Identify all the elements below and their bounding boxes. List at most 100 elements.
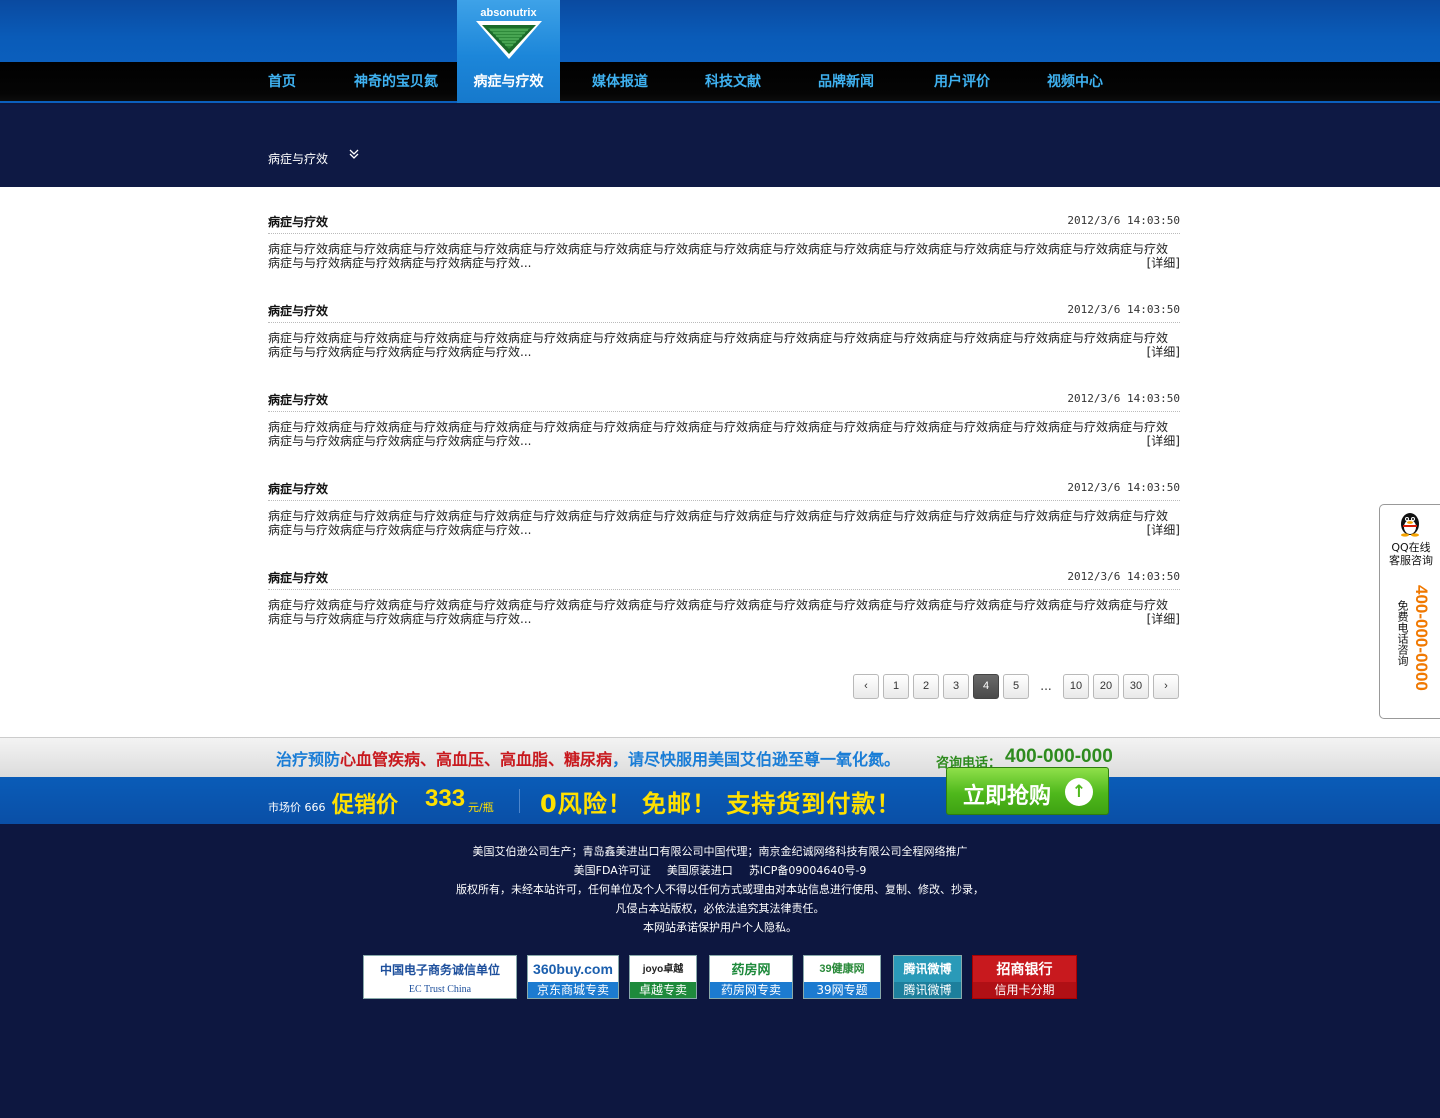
badge-yaofang[interactable]: 药房网 药房网专卖 (709, 955, 793, 999)
article-title[interactable]: 病症与疗效 (268, 569, 328, 586)
article-summary: 病症与疗效病症与疗效病症与疗效病症与疗效病症与疗效病症与疗效病症与疗效病症与疗效… (268, 242, 1180, 270)
nav-item-video[interactable]: 视频中心 (1047, 62, 1103, 103)
badge-joyo[interactable]: joyo卓越 amazon.cn 卓越专卖 (629, 955, 697, 999)
main-nav: 首页 神奇的宝贝氮 病症与疗效 媒体报道 科技文献 品牌新闻 用户评价 视频中心 (0, 62, 1440, 103)
badge-cmb[interactable]: 招商银行 信用卡分期 (972, 955, 1077, 999)
price-strip: 市场价 666 促销价 333 元/瓶 0风险！ 免邮！ 支持货到付款！ 立即抢… (0, 767, 1440, 824)
list-item: 病症与疗效 2012/3/6 14:03:50 病症与疗效病症与疗效病症与疗效病… (268, 187, 1180, 270)
page-button-current[interactable]: 4 (973, 674, 999, 699)
badge-360buy[interactable]: 360buy.com 京东商城专卖 (527, 955, 619, 999)
divider (268, 322, 1180, 323)
footer-fda: 美国FDA许可证 (573, 864, 651, 877)
buy-now-button[interactable]: 立即抢购 ↑ (946, 767, 1109, 815)
hotline-number: 400-000-000 (1005, 746, 1113, 767)
badge-ec-trust[interactable]: 中国电子商务诚信单位 EC Trust China (363, 955, 517, 999)
article-title[interactable]: 病症与疗效 (268, 391, 328, 408)
article-title[interactable]: 病症与疗效 (268, 480, 328, 497)
qq-penguin-icon[interactable] (1398, 511, 1422, 537)
details-link[interactable]: [详细] (1147, 345, 1180, 359)
slogan: 0风险！ 免邮！ 支持货到付款！ (540, 790, 902, 818)
page-button[interactable]: 1 (883, 674, 909, 699)
article-summary: 病症与疗效病症与疗效病症与疗效病症与疗效病症与疗效病症与疗效病症与疗效病症与疗效… (268, 331, 1180, 359)
sale-price: 333 (425, 785, 466, 812)
nav-item-symptoms[interactable]: 病症与疗效 (457, 62, 560, 103)
article-summary-line: 病症与与疗效病症与疗效病症与疗效病症与疗效... (268, 256, 532, 270)
badge-caption: 39网专题 (804, 982, 880, 998)
footer-icp[interactable]: 苏ICP备09004640号-9 (749, 864, 867, 877)
sale-unit: 元/瓶 (468, 801, 494, 814)
section-banner: 病症与疗效 (0, 105, 1440, 187)
article-date: 2012/3/6 14:03:50 (1067, 214, 1180, 227)
article-date: 2012/3/6 14:03:50 (1067, 303, 1180, 316)
page-ellipsis: ... (1040, 679, 1052, 693)
badge-label: 39健康网 (819, 963, 865, 975)
badge-label: 招商银行 (996, 961, 1053, 977)
breadcrumb[interactable]: 病症与疗效 (268, 150, 328, 167)
badge-39net[interactable]: 39健康网 39网专题 (803, 955, 881, 999)
qq-label-line: 客服咨询 (1389, 554, 1433, 567)
market-price: 市场价 666 (268, 801, 326, 814)
page-button[interactable]: 10 (1063, 674, 1089, 699)
badge-caption: 药房网专卖 (710, 982, 792, 998)
footer-company: 美国艾伯逊公司生产；青岛鑫美进出口有限公司中国代理；南京金纪诚网络科技有限公司全… (472, 845, 968, 858)
arrow-up-icon: ↑ (1065, 778, 1093, 806)
prev-page-button[interactable]: ‹ (853, 674, 879, 699)
article-title[interactable]: 病症与疗效 (268, 302, 328, 319)
footer-privacy: 本网站承诺保护用户个人隐私。 (643, 921, 797, 934)
badge-label: 药房网 (731, 962, 771, 977)
divider (268, 411, 1180, 412)
article-date: 2012/3/6 14:03:50 (1067, 481, 1180, 494)
footer-licenses: 美国FDA许可证 美国原装进口 苏ICP备09004640号-9 (0, 862, 1440, 878)
list-item: 病症与疗效 2012/3/6 14:03:50 病症与疗效病症与疗效病症与疗效病… (268, 365, 1180, 448)
badge-caption: EC Trust China (364, 982, 516, 998)
promo-strip: 治疗预防心血管疾病、高血压、高血脂、糖尿病，请尽快服用美国艾伯逊至尊一氧化氮。 … (0, 737, 1440, 777)
footer-import: 美国原装进口 (666, 864, 733, 877)
qq-label[interactable]: QQ在线 客服咨询 (1382, 541, 1440, 567)
promo-text: 治疗预防心血管疾病、高血压、高血脂、糖尿病，请尽快服用美国艾伯逊至尊一氧化氮。 (276, 746, 900, 770)
article-summary-line: 病症与疗效病症与疗效病症与疗效病症与疗效病症与疗效病症与疗效病症与疗效病症与疗效… (268, 420, 1169, 434)
logo-triangle-icon (476, 21, 542, 59)
badge-label: joyo卓越 amazon.cn (637, 964, 689, 998)
nav-item-literature[interactable]: 科技文献 (705, 62, 761, 103)
buy-now-label: 立即抢购 (963, 784, 1052, 809)
page-button[interactable]: 3 (943, 674, 969, 699)
details-link[interactable]: [详细] (1147, 434, 1180, 448)
article-summary: 病症与疗效病症与疗效病症与疗效病症与疗效病症与疗效病症与疗效病症与疗效病症与疗效… (268, 509, 1180, 537)
article-summary-line: 病症与疗效病症与疗效病症与疗效病症与疗效病症与疗效病症与疗效病症与疗效病症与疗效… (268, 509, 1169, 523)
article-summary-line: 病症与与疗效病症与疗效病症与疗效病症与疗效... (268, 345, 532, 359)
article-date: 2012/3/6 14:03:50 (1067, 392, 1180, 405)
nav-item-home[interactable]: 首页 (268, 62, 296, 103)
article-summary-line: 病症与疗效病症与疗效病症与疗效病症与疗效病症与疗效病症与疗效病症与疗效病症与疗效… (268, 598, 1169, 612)
qq-label-line: QQ在线 (1391, 541, 1431, 554)
page-button[interactable]: 30 (1123, 674, 1149, 699)
list-item: 病症与疗效 2012/3/6 14:03:50 病症与疗效病症与疗效病症与疗效病… (268, 454, 1180, 537)
list-item: 病症与疗效 2012/3/6 14:03:50 病症与疗效病症与疗效病症与疗效病… (268, 543, 1180, 626)
page-button[interactable]: 5 (1003, 674, 1029, 699)
footer-legal: 凡侵占本站版权，必依法追究其法律责任。 (615, 902, 825, 915)
divider (519, 789, 520, 813)
next-page-button[interactable]: › (1153, 674, 1179, 699)
double-chevron-down-icon[interactable] (348, 148, 360, 160)
divider (268, 589, 1180, 590)
nav-item-brand-news[interactable]: 品牌新闻 (818, 62, 874, 103)
details-link[interactable]: [详细] (1147, 256, 1180, 270)
customer-service-float[interactable]: QQ在线 客服咨询 免费电话咨询 400-000-0000 (1379, 504, 1440, 719)
article-summary: 病症与疗效病症与疗效病症与疗效病症与疗效病症与疗效病症与疗效病症与疗效病症与疗效… (268, 598, 1180, 626)
details-link[interactable]: [详细] (1147, 523, 1180, 537)
article-summary: 病症与疗效病症与疗效病症与疗效病症与疗效病症与疗效病症与疗效病症与疗效病症与疗效… (268, 420, 1180, 448)
nav-item-media[interactable]: 媒体报道 (592, 62, 648, 103)
badge-label: 腾讯微博 (894, 956, 961, 983)
page-button[interactable]: 2 (913, 674, 939, 699)
article-summary-line: 病症与与疗效病症与疗效病症与疗效病症与疗效... (268, 434, 532, 448)
page-button[interactable]: 20 (1093, 674, 1119, 699)
article-date: 2012/3/6 14:03:50 (1067, 570, 1180, 583)
divider (268, 233, 1180, 234)
nav-item-reviews[interactable]: 用户评价 (934, 62, 990, 103)
article-summary-line: 病症与与疗效病症与疗效病症与疗效病症与疗效... (268, 612, 532, 626)
promo-text-a: 治疗预防 (276, 750, 341, 769)
article-title[interactable]: 病症与疗效 (268, 213, 328, 230)
badge-tencent-weibo[interactable]: 腾讯微博 腾讯微博 (893, 955, 962, 999)
details-link[interactable]: [详细] (1147, 612, 1180, 626)
nav-item-magic-nitrogen[interactable]: 神奇的宝贝氮 (354, 62, 438, 103)
footer-copyright: 版权所有，未经本站许可，任何单位及个人不得以任何方式或理由对本站信息进行使用、复… (456, 883, 984, 896)
